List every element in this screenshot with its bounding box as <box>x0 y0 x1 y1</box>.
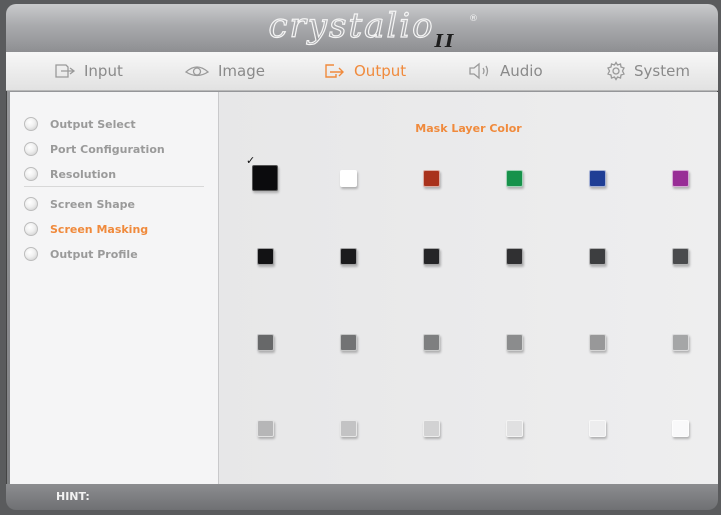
registered-mark: ® <box>469 14 478 24</box>
sidebar-item-label: Port Configuration <box>50 142 165 156</box>
radio-button[interactable] <box>24 117 38 131</box>
mask-color-swatch[interactable] <box>257 334 274 351</box>
eye-icon <box>184 66 210 77</box>
logo-version: II <box>434 31 456 52</box>
mask-color-swatch[interactable] <box>589 420 606 437</box>
tab-audio-label: Audio <box>500 62 543 80</box>
mask-color-swatch[interactable] <box>257 420 274 437</box>
content-panel: Output Select Port Configuration Resolut… <box>10 92 718 484</box>
radio-button[interactable] <box>24 197 38 211</box>
sidebar-item-port-configuration[interactable]: Port Configuration <box>24 139 165 159</box>
mask-color-swatch[interactable] <box>423 420 440 437</box>
tab-input[interactable]: Input <box>54 52 123 90</box>
radio-button[interactable] <box>24 142 38 156</box>
tab-output[interactable]: Output <box>324 52 406 90</box>
sidebar-item-label: Resolution <box>50 167 117 181</box>
sidebar-item-label: Screen Masking <box>50 222 149 236</box>
mask-color-swatch[interactable] <box>340 248 357 265</box>
mask-color-swatch[interactable] <box>506 248 523 265</box>
sidebar-item-label: Output Profile <box>50 247 138 261</box>
input-icon <box>55 64 76 78</box>
mask-color-panel: Mask Layer Color ✓ <box>219 92 718 484</box>
main-tabs: Input Image Output Audio System <box>6 52 718 91</box>
sidebar-item-screen-shape[interactable]: Screen Shape <box>24 194 135 214</box>
sidebar-divider <box>24 186 204 187</box>
mask-color-swatch[interactable] <box>423 170 440 187</box>
mask-color-swatch[interactable] <box>423 334 440 351</box>
hint-label: HINT: <box>56 490 90 503</box>
mask-color-swatch[interactable] <box>589 170 606 187</box>
logo-text: crystalio <box>268 5 435 46</box>
radio-button[interactable] <box>24 247 38 261</box>
mask-color-swatch[interactable] <box>672 170 689 187</box>
gear-icon <box>607 61 625 81</box>
radio-button[interactable] <box>24 222 38 236</box>
tab-system[interactable]: System <box>606 52 690 90</box>
mask-color-swatch[interactable] <box>672 248 689 265</box>
mask-color-swatch[interactable] <box>589 334 606 351</box>
mask-color-swatch[interactable] <box>672 420 689 437</box>
sidebar-item-output-profile[interactable]: Output Profile <box>24 244 138 264</box>
mask-color-swatch[interactable] <box>340 334 357 351</box>
mask-color-swatch[interactable] <box>423 248 440 265</box>
tab-audio[interactable]: Audio <box>468 52 543 90</box>
mask-color-swatch[interactable] <box>506 420 523 437</box>
mask-color-swatch[interactable] <box>340 420 357 437</box>
sidebar-item-resolution[interactable]: Resolution <box>24 164 116 184</box>
tab-image-label: Image <box>218 62 265 80</box>
tab-system-label: System <box>634 62 690 80</box>
sidebar-item-screen-masking[interactable]: Screen Masking <box>24 219 148 239</box>
tab-output-label: Output <box>354 62 407 80</box>
mask-color-swatch[interactable] <box>340 170 357 187</box>
sidebar-item-label: Screen Shape <box>50 197 135 211</box>
mask-color-swatch[interactable] <box>257 248 274 265</box>
brand-logo: crystalioII <box>6 5 718 52</box>
tab-image[interactable]: Image <box>184 52 265 90</box>
app-window: crystalioII ® Input Image Output Audio S… <box>6 4 718 510</box>
mask-color-swatch[interactable] <box>506 334 523 351</box>
mask-color-swatch[interactable] <box>252 165 278 191</box>
sidebar-item-output-select[interactable]: Output Select <box>24 114 136 134</box>
speaker-icon <box>469 62 489 80</box>
tab-input-label: Input <box>84 62 123 80</box>
sidebar-item-label: Output Select <box>50 117 136 131</box>
output-icon <box>325 64 344 78</box>
mask-color-swatch[interactable] <box>672 334 689 351</box>
mask-layer-color-title: Mask Layer Color <box>415 122 522 135</box>
hint-bar: HINT: <box>6 484 718 510</box>
sidebar: Output Select Port Configuration Resolut… <box>10 92 219 484</box>
radio-button[interactable] <box>24 167 38 181</box>
mask-color-swatch[interactable] <box>589 248 606 265</box>
logo-bar: crystalioII ® <box>6 4 718 52</box>
mask-color-swatch[interactable] <box>506 170 523 187</box>
